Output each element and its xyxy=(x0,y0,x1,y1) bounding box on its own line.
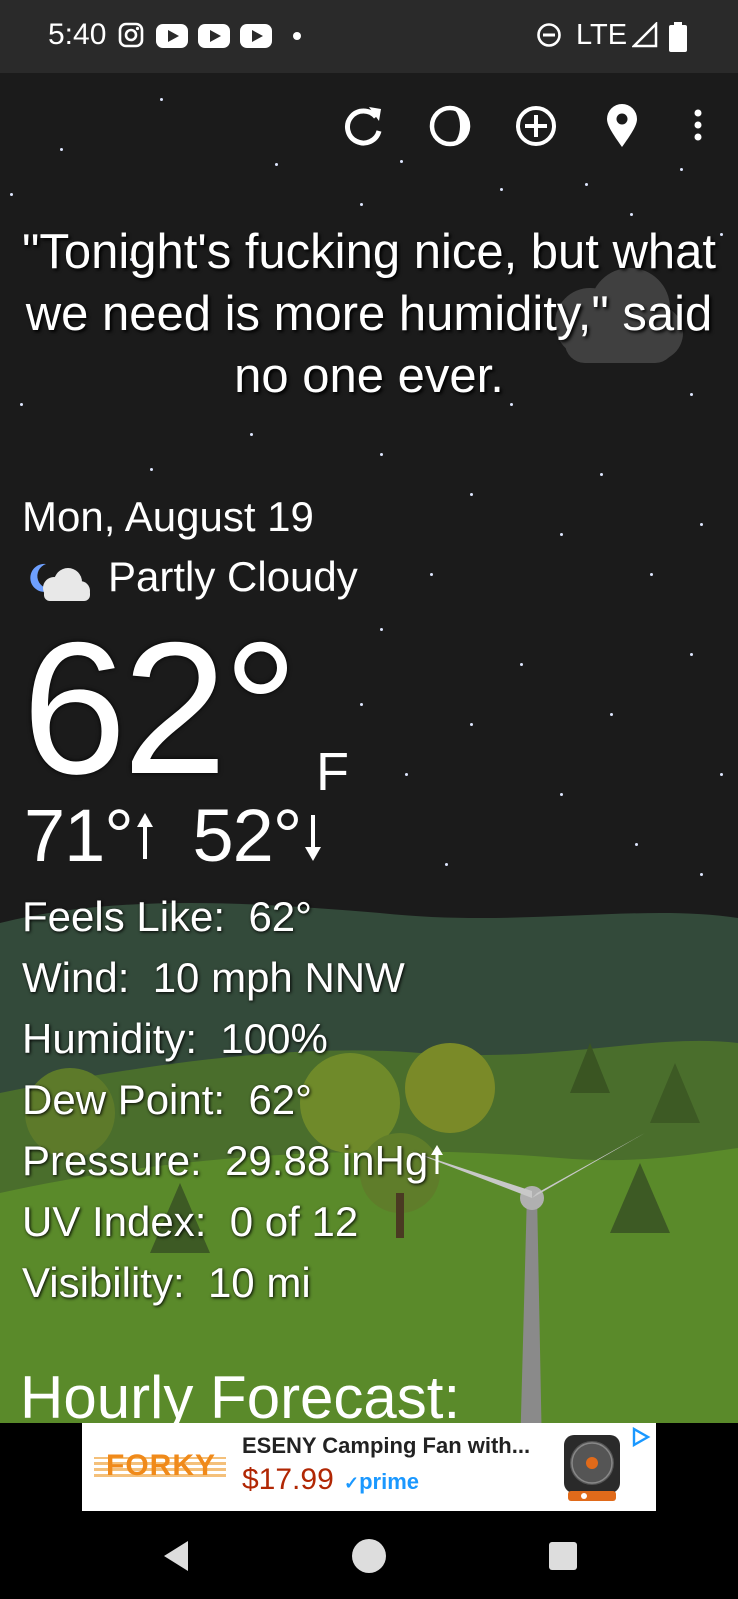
status-time: 5:40 xyxy=(48,18,107,51)
youtube-icon xyxy=(240,24,272,48)
wind-row: Wind: 10 mph NNW xyxy=(22,954,405,1001)
pressure-row: Pressure: 29.88 inHg xyxy=(22,1137,444,1185)
condition-label: Partly Cloudy xyxy=(108,553,358,600)
more-menu-icon[interactable] xyxy=(690,103,706,149)
battery-icon xyxy=(669,22,687,52)
hourly-forecast-heading: Hourly Forecast: xyxy=(20,1364,461,1423)
prime-check-icon: ✓ xyxy=(344,1473,360,1493)
instagram-icon xyxy=(118,22,144,48)
ad-choices-icon[interactable] xyxy=(630,1427,652,1447)
back-icon[interactable] xyxy=(160,1539,192,1573)
moon-phase-icon[interactable] xyxy=(427,103,473,149)
home-icon[interactable] xyxy=(351,1538,387,1574)
youtube-icon xyxy=(156,24,188,48)
add-location-icon[interactable] xyxy=(513,103,559,149)
date-label: Mon, August 19 xyxy=(22,493,314,540)
status-bar: 5:40 LTE xyxy=(0,0,738,73)
partly-cloudy-night-icon xyxy=(30,563,90,601)
notification-dot xyxy=(293,32,301,40)
high-low-temperature: 71° 52° xyxy=(24,793,325,878)
network-label: LTE xyxy=(576,19,628,51)
do-not-disturb-icon xyxy=(537,23,561,47)
ad-banner[interactable]: FORKY ESENY Camping Fan with... $17.99 ✓… xyxy=(82,1423,656,1511)
location-pin-icon[interactable] xyxy=(604,103,640,149)
uv-index-row: UV Index: 0 of 12 xyxy=(22,1198,359,1245)
navigation-bar xyxy=(0,1511,738,1599)
product-fan-image xyxy=(564,1435,620,1501)
signal-icon xyxy=(632,22,658,48)
weather-scene: "Tonight's fucking nice, but what we nee… xyxy=(0,73,738,1423)
ad-prime-label: ✓prime xyxy=(344,1469,420,1494)
arrow-down-icon xyxy=(305,815,322,861)
refresh-icon[interactable] xyxy=(340,103,386,149)
youtube-icon xyxy=(198,24,230,48)
arrow-up-icon xyxy=(136,813,153,859)
recents-icon[interactable] xyxy=(548,1541,578,1571)
weather-quote: "Tonight's fucking nice, but what we nee… xyxy=(21,225,717,403)
feels-like-row: Feels Like: 62° xyxy=(22,893,312,940)
low-temperature: 52° xyxy=(192,794,302,877)
ad-price: $17.99 xyxy=(242,1463,334,1496)
humidity-row: Humidity: 100% xyxy=(22,1015,328,1062)
high-temperature: 71° xyxy=(24,794,134,877)
ad-brand-logo: FORKY xyxy=(106,1449,216,1482)
visibility-row: Visibility: 10 mi xyxy=(22,1259,311,1306)
pressure-rising-icon xyxy=(431,1145,444,1174)
dew-point-row: Dew Point: 62° xyxy=(22,1076,312,1123)
current-temperature: 62° xyxy=(22,603,298,813)
ad-title[interactable]: ESENY Camping Fan with... xyxy=(242,1433,530,1459)
